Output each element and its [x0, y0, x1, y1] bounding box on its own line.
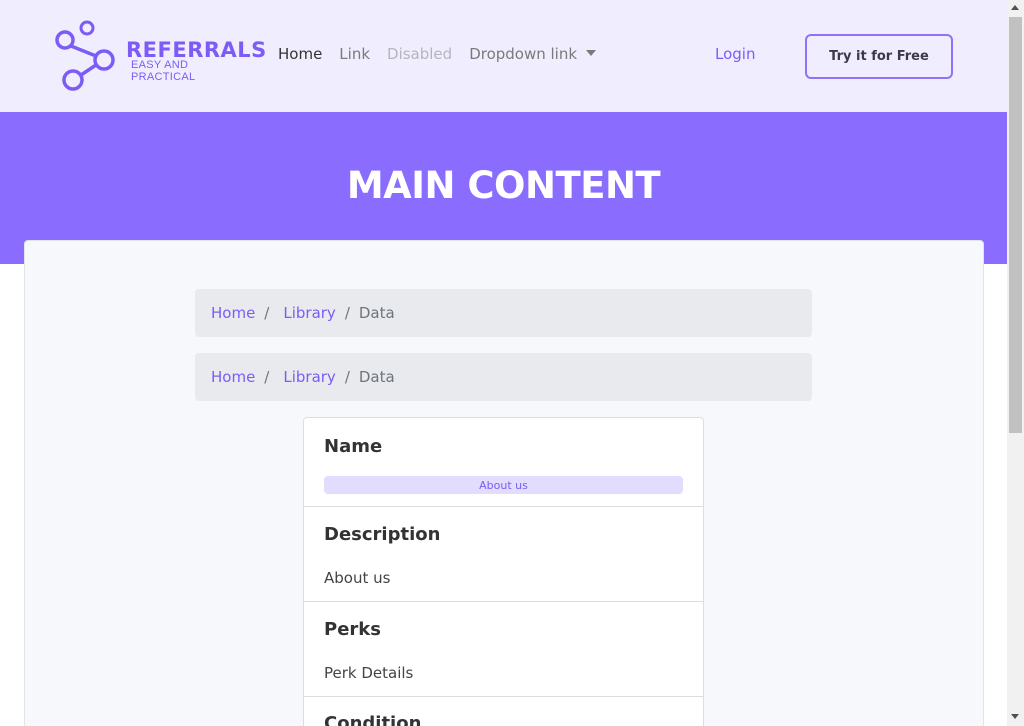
details-list: Name About us Description About us Perks… — [303, 417, 704, 726]
breadcrumb-library[interactable]: Library — [283, 304, 335, 322]
breadcrumb-separator: / — [344, 304, 350, 322]
brand-logo[interactable]: REFERRALS EASY AND PRACTICAL — [54, 20, 266, 92]
scrollbar-thumb[interactable] — [1009, 17, 1022, 433]
caret-down-icon — [586, 50, 597, 56]
breadcrumb: Home / Library / Data — [195, 353, 812, 401]
breadcrumb-library[interactable]: Library — [283, 368, 335, 386]
hero-title: MAIN CONTENT — [346, 164, 661, 207]
breadcrumb-separator: / — [264, 368, 270, 386]
nav-link-link[interactable]: Link — [339, 45, 370, 63]
vertical-scrollbar[interactable] — [1007, 0, 1024, 726]
detail-heading: Condition — [324, 713, 422, 726]
nav-links: Home Link Disabled Dropdown link — [278, 45, 613, 63]
brand-subtitle: EASY AND PRACTICAL — [131, 59, 196, 83]
nav-dropdown-link[interactable]: Dropdown link — [469, 45, 597, 63]
breadcrumb-home[interactable]: Home — [211, 368, 255, 386]
breadcrumb-home[interactable]: Home — [211, 304, 255, 322]
detail-heading: Description — [324, 524, 441, 545]
nav-dropdown-label: Dropdown link — [469, 45, 578, 63]
share-nodes-icon — [55, 20, 115, 91]
navbar: REFERRALS EASY AND PRACTICAL Home Link D… — [0, 0, 1007, 112]
nav-link-home[interactable]: Home — [278, 45, 322, 63]
detail-value: About us — [324, 569, 391, 587]
list-item-condition: Condition — [304, 697, 703, 726]
try-free-button[interactable]: Try it for Free — [805, 34, 953, 79]
breadcrumb: Home / Library / Data — [195, 289, 812, 337]
detail-heading: Perks — [324, 619, 381, 640]
scroll-up-arrow-icon[interactable] — [1011, 5, 1019, 10]
list-item-description: Description About us — [304, 507, 703, 602]
login-link[interactable]: Login — [715, 45, 755, 63]
detail-value: Perk Details — [324, 664, 414, 682]
detail-heading: Name — [324, 436, 383, 457]
breadcrumb-separator: / — [264, 304, 270, 322]
breadcrumb-current: Data — [358, 304, 395, 322]
status-badge: About us — [324, 476, 683, 494]
nav-link-disabled: Disabled — [387, 45, 453, 63]
page-viewport: REFERRALS EASY AND PRACTICAL Home Link D… — [0, 0, 1007, 726]
breadcrumb-separator: / — [344, 368, 350, 386]
list-item-name: Name About us — [304, 418, 703, 507]
scroll-down-arrow-icon[interactable] — [1011, 714, 1019, 719]
list-item-perks: Perks Perk Details — [304, 602, 703, 697]
breadcrumb-current: Data — [358, 368, 395, 386]
